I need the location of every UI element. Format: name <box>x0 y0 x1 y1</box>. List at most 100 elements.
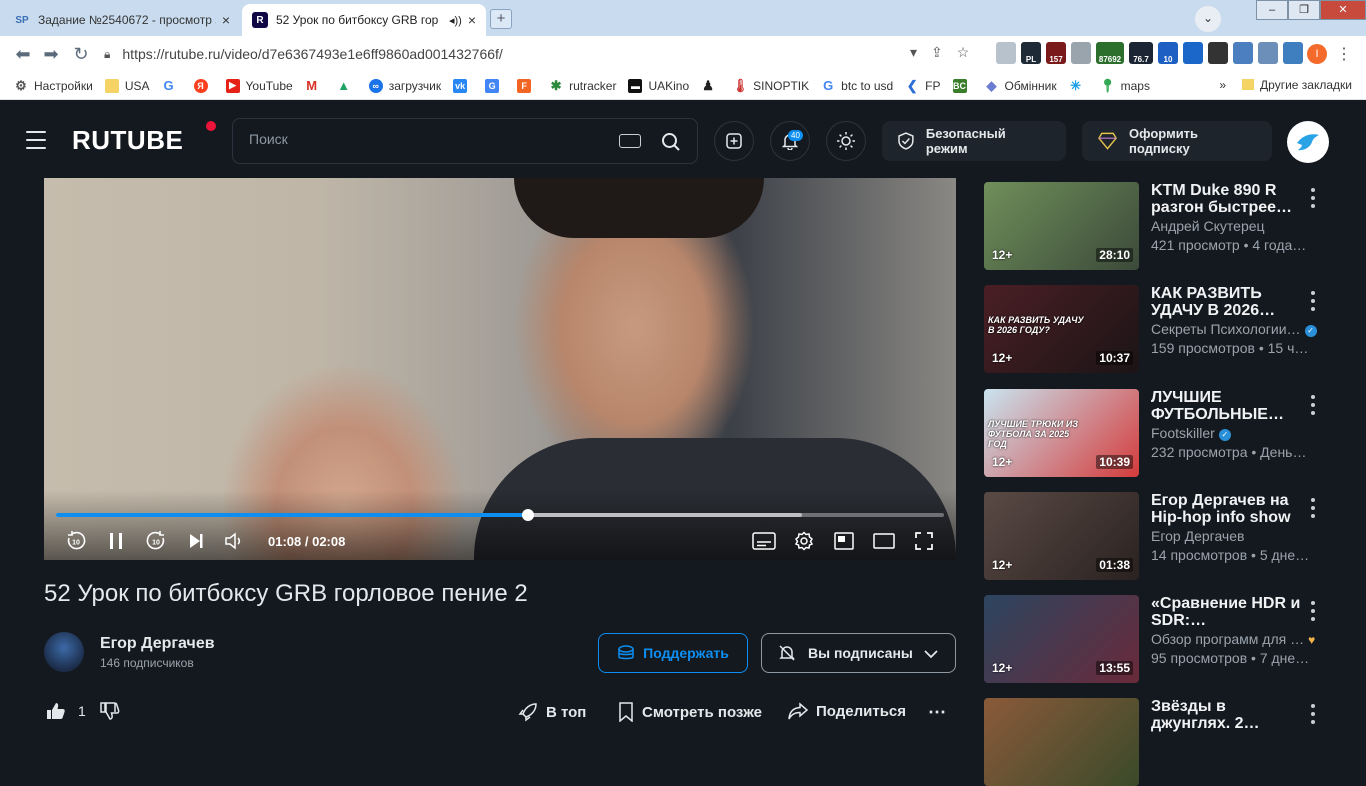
bookmark-item[interactable]: ✱ rutracker <box>549 78 617 93</box>
video-player[interactable] <box>44 178 956 560</box>
progress-bar[interactable] <box>56 509 944 521</box>
profile-avatar[interactable]: I <box>1307 44 1327 64</box>
more-options-icon[interactable] <box>1306 188 1320 212</box>
rewind-10-button[interactable]: 10 <box>64 530 88 552</box>
close-window-button[interactable]: ✕ <box>1320 0 1366 20</box>
bookmark-item[interactable]: ◆ Обмінник <box>985 78 1057 93</box>
recommendation-title[interactable]: «Сравнение HDR и SDR:… <box>1151 595 1301 629</box>
extension-157-icon[interactable]: 157 <box>1046 42 1066 64</box>
tab-audio-icon[interactable]: ◂)) <box>449 14 462 27</box>
dropdown-icon[interactable]: ▾ <box>910 44 917 61</box>
rutube-logo[interactable]: RUTUBE <box>72 125 183 156</box>
recommendation-card[interactable]: 12+ 13:55 «Сравнение HDR и SDR:… Обзор прог… <box>984 595 1354 683</box>
support-button[interactable]: Поддержать <box>598 633 748 673</box>
bookmark-item[interactable]: Gbtc to usd <box>821 78 893 93</box>
search-input[interactable] <box>249 131 609 147</box>
subscribed-button[interactable]: Вы подписаны <box>761 633 956 673</box>
bookmark-gmail[interactable]: M <box>305 78 325 93</box>
bookmark-item[interactable]: ❮ FP <box>905 78 941 93</box>
recommendation-card[interactable]: 12+ 01:38 Егор Дергачев на Hip-hop info sh… <box>984 492 1354 580</box>
upload-button[interactable] <box>714 121 754 161</box>
extension-arrow-icon[interactable] <box>1208 42 1228 64</box>
tab-close-icon[interactable]: × <box>468 12 476 28</box>
recommendation-card[interactable]: ЛУЧШИЕ ТРЮКИ ИЗ ФУТБОЛА ЗА 2025 ГОД 12+ 10… <box>984 389 1354 477</box>
recommendation-channel[interactable]: Андрей Скутерец <box>1151 218 1265 234</box>
keyboard-icon[interactable] <box>619 134 641 148</box>
subtitles-button[interactable] <box>751 530 777 552</box>
video-thumbnail[interactable]: 12+ 13:55 <box>984 595 1139 683</box>
menu-hamburger-icon[interactable] <box>26 131 46 155</box>
video-thumbnail[interactable]: 12+ 01:38 <box>984 492 1139 580</box>
recommendation-channel[interactable]: Footskiller ✓ <box>1151 425 1231 441</box>
reload-icon[interactable]: ↻ <box>70 44 92 64</box>
browser-menu-icon[interactable]: ⋮ <box>1336 44 1352 64</box>
recommendation-channel[interactable]: Обзор программ для … ♥ <box>1151 631 1315 647</box>
boost-top-button[interactable]: В топ <box>518 702 586 722</box>
more-options-icon[interactable] <box>1306 498 1320 522</box>
recommendation-title[interactable]: ЛУЧШИЕ ФУТБОЛЬНЫЕ… <box>1151 389 1301 423</box>
safe-mode-button[interactable]: Безопасный режим <box>882 121 1066 161</box>
recommendation-card[interactable]: 12+ 28:10 KTM Duke 890 R разгон быстрее… Ан… <box>984 182 1354 270</box>
more-options-icon[interactable] <box>1306 291 1320 315</box>
settings-button[interactable] <box>792 530 816 552</box>
share-button[interactable]: Поделиться <box>788 702 906 720</box>
bookmark-item[interactable]: USA <box>104 78 150 93</box>
extension-btc-icon[interactable]: 87692 <box>1096 42 1124 64</box>
extension-v-icon[interactable] <box>1183 42 1203 64</box>
recommendation-channel[interactable]: Егор Дергачев <box>1151 528 1244 544</box>
reading-list-icon[interactable] <box>1258 42 1278 64</box>
bookmark-translate[interactable]: G <box>485 78 505 93</box>
bookmark-item[interactable]: ▬ UAKino <box>628 78 689 93</box>
channel-name[interactable]: Егор Дергачев <box>100 635 215 653</box>
share-icon[interactable]: ⇪ <box>931 44 943 61</box>
cloud-extension-icon[interactable] <box>996 42 1016 64</box>
like-button[interactable]: 1 <box>46 702 86 720</box>
recommendation-card[interactable]: КАК РАЗВИТЬ УДАЧУ В 2026 ГОДУ? 12+ 10:37 КА… <box>984 285 1354 373</box>
volume-button[interactable] <box>222 530 246 552</box>
browser-tab-task[interactable]: SP Задание №2540672 - просмотр з × <box>4 4 240 36</box>
other-bookmarks-folder[interactable]: Другие закладки <box>1242 78 1352 92</box>
extension-ltc-icon[interactable]: 76.7 <box>1129 42 1153 64</box>
bookmark-item[interactable]: 📍︎ maps <box>1099 78 1150 93</box>
minimize-button[interactable]: – <box>1256 0 1288 20</box>
recommendation-channel[interactable]: Секреты Психологии… ✓ <box>1151 321 1317 337</box>
puzzle-extensions-icon[interactable] <box>1233 42 1253 64</box>
back-arrow-icon[interactable]: ⬅ <box>12 44 34 64</box>
browser-tab-rutube[interactable]: R 52 Урок по битбоксу GRB гор ◂)) × <box>242 4 486 36</box>
recommendation-title[interactable]: Звёзды в джунглях. 2… <box>1151 698 1301 732</box>
pause-button[interactable] <box>104 530 128 552</box>
recommendation-title[interactable]: КАК РАЗВИТЬ УДАЧУ В 2026… <box>1151 285 1301 319</box>
theme-toggle-button[interactable] <box>826 121 866 161</box>
new-tab-button[interactable]: + <box>490 9 512 29</box>
fullscreen-button[interactable] <box>912 530 936 552</box>
extension-pl-icon[interactable]: PL <box>1021 42 1041 64</box>
tab-close-icon[interactable]: × <box>222 12 230 28</box>
bookmark-vk[interactable]: vk <box>453 78 473 93</box>
video-thumbnail[interactable]: ЛУЧШИЕ ТРЮКИ ИЗ ФУТБОЛА ЗА 2025 ГОД 12+ 10… <box>984 389 1139 477</box>
download-icon[interactable] <box>1283 42 1303 64</box>
forward-10-button[interactable]: 10 <box>144 530 168 552</box>
bookmark-item[interactable]: ⚙ Настройки <box>14 78 93 93</box>
bookmark-drive[interactable]: ▲ <box>337 78 357 93</box>
tab-search-chevron-icon[interactable]: ⌄ <box>1195 6 1221 32</box>
video-thumbnail[interactable] <box>984 698 1139 786</box>
search-icon[interactable] <box>661 132 681 152</box>
subscription-button[interactable]: Оформить подписку <box>1082 121 1272 161</box>
bookmark-google[interactable]: G <box>162 78 182 93</box>
user-avatar[interactable] <box>1287 121 1329 163</box>
recommendation-title[interactable]: KTM Duke 890 R разгон быстрее… <box>1151 182 1301 216</box>
watch-later-button[interactable]: Смотреть позже <box>618 702 762 722</box>
bookmark-f[interactable]: F <box>517 78 537 93</box>
bookmark-yandex[interactable]: Я <box>193 78 214 93</box>
bookmark-chess[interactable]: ♟ <box>701 78 721 93</box>
bookmark-item[interactable]: ▶ YouTube <box>225 78 293 93</box>
bookmark-item[interactable]: ∞ загрузчик <box>368 78 441 93</box>
video-thumbnail[interactable]: 12+ 28:10 <box>984 182 1139 270</box>
more-actions-icon[interactable]: ⋯ <box>928 702 946 723</box>
more-options-icon[interactable] <box>1306 395 1320 419</box>
miniplayer-button[interactable] <box>832 530 856 552</box>
recommendation-card[interactable]: Звёзды в джунглях. 2… <box>984 698 1354 786</box>
bookmark-bc[interactable]: BC <box>952 78 973 93</box>
progress-handle[interactable] <box>521 509 534 521</box>
recommendation-title[interactable]: Егор Дергачев на Hip-hop info show <box>1151 492 1301 526</box>
